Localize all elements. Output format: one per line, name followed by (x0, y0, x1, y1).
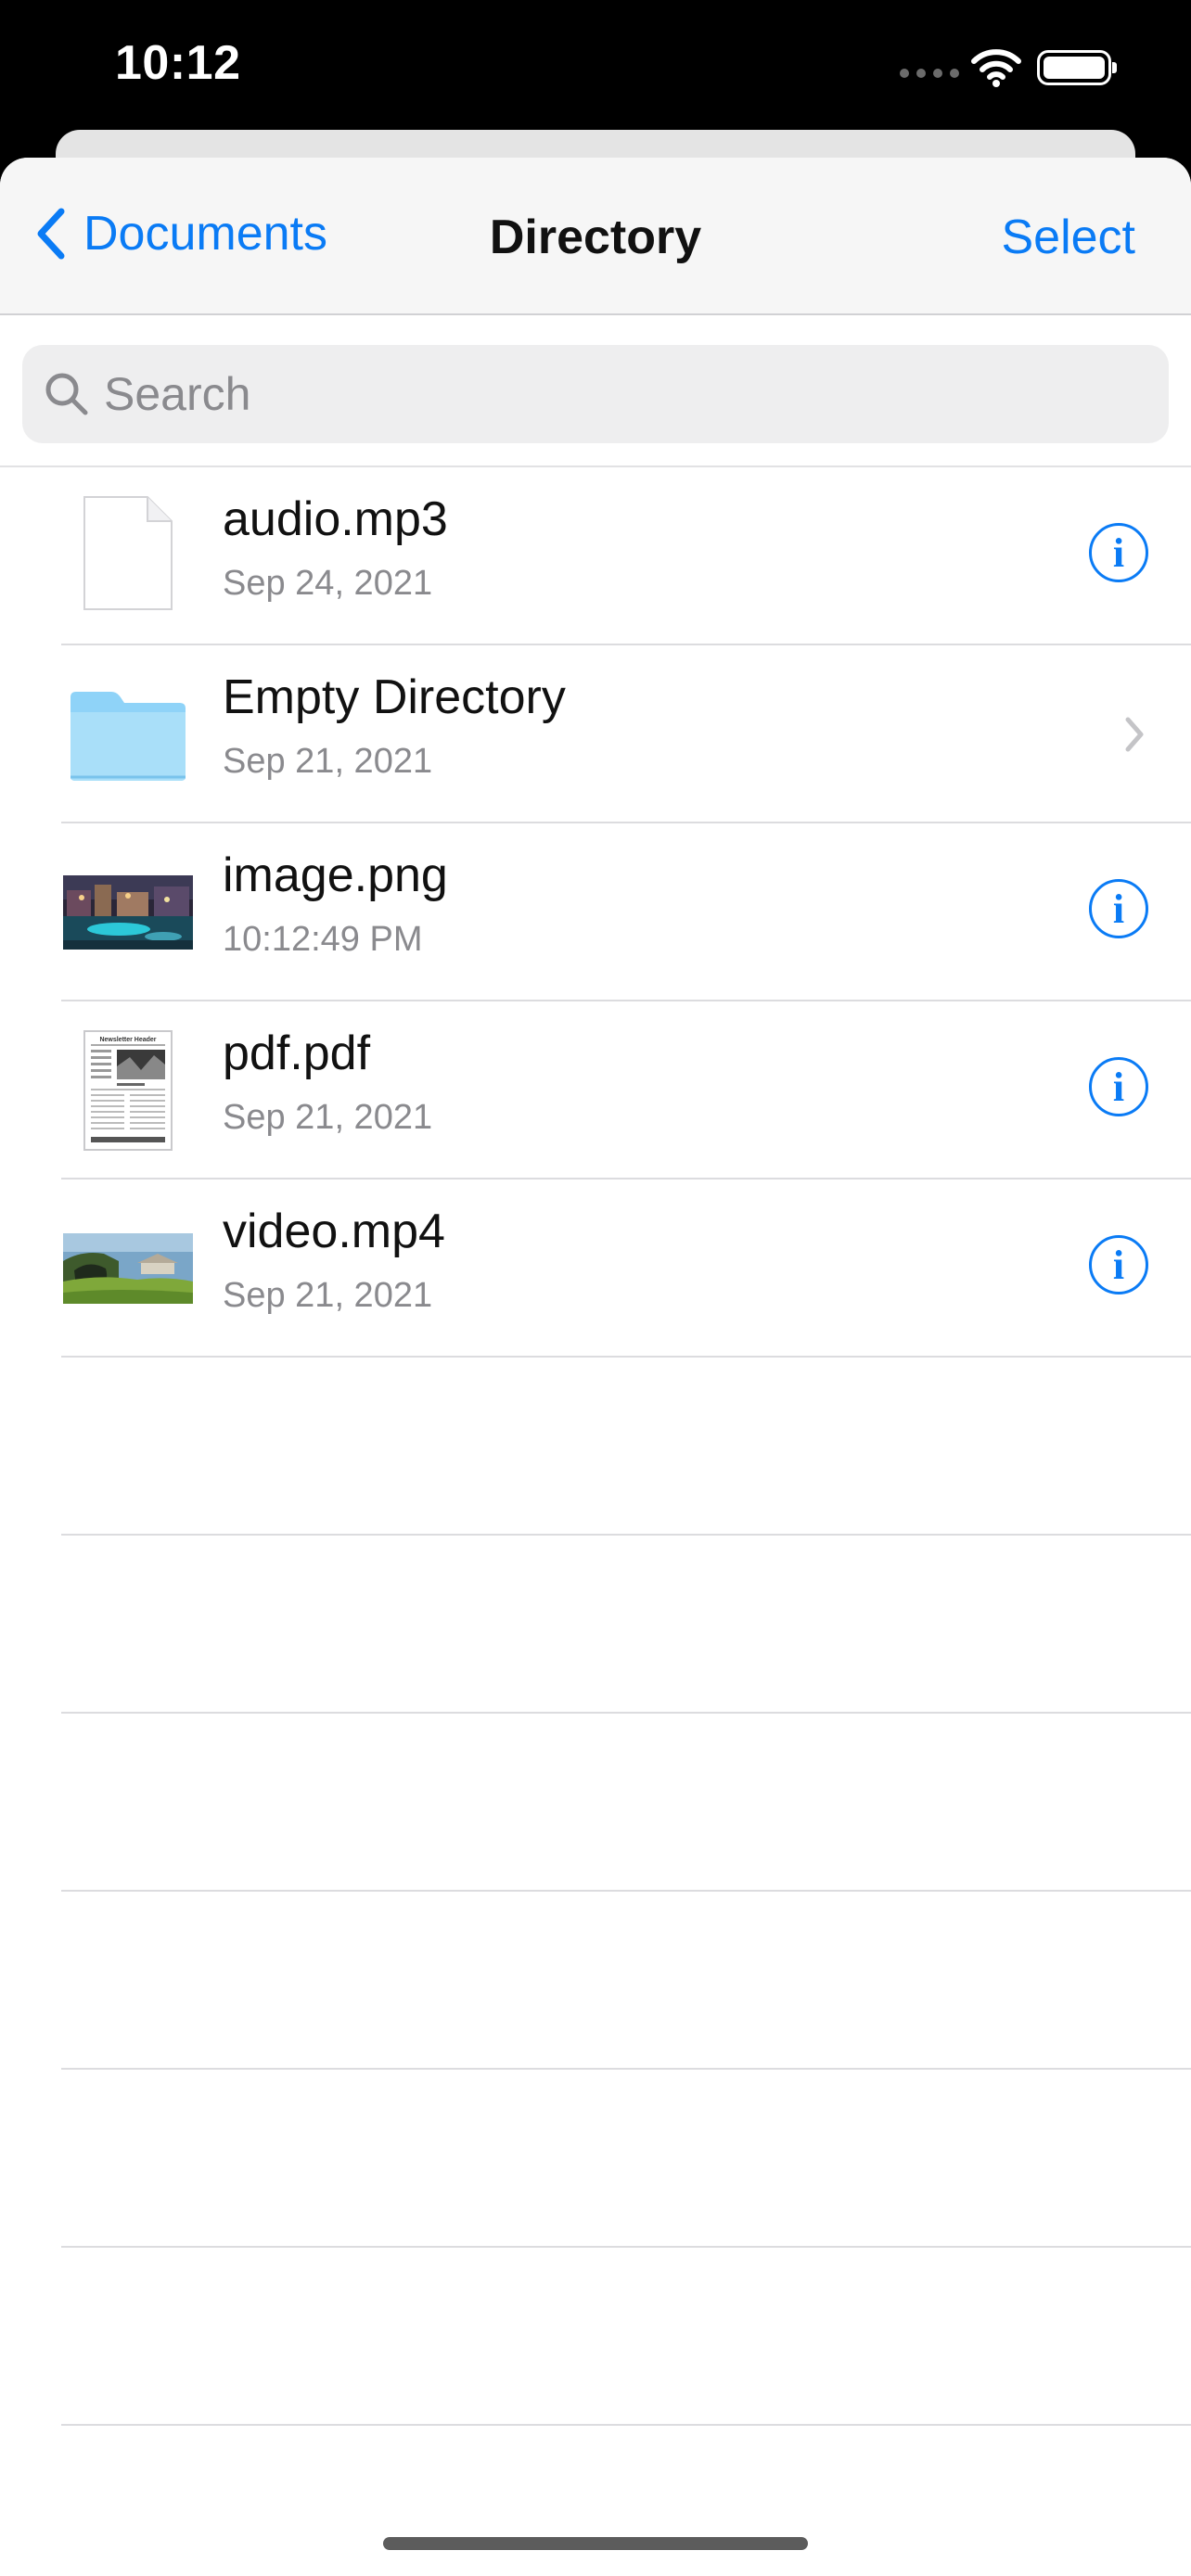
chevron-left-icon (37, 208, 65, 260)
row-divider (61, 2424, 1191, 2426)
search-bar (0, 315, 1191, 467)
navigation-bar: Documents Directory Select (0, 158, 1191, 315)
image-thumbnail (63, 875, 193, 950)
empty-row (0, 2070, 1191, 2248)
chevron-right-icon[interactable] (1121, 714, 1148, 755)
directory-sheet: Documents Directory Select audio.mp3 Sep… (0, 158, 1191, 2576)
file-name: video.mp4 (223, 1205, 445, 1258)
file-date: Sep 21, 2021 (223, 1276, 433, 1315)
select-button[interactable]: Select (1001, 210, 1135, 265)
empty-row (0, 1536, 1191, 1714)
file-name: image.png (223, 848, 448, 902)
wifi-icon (971, 49, 1021, 87)
file-date: Sep 24, 2021 (223, 564, 433, 603)
pdf-thumb-header: Newsletter Header (99, 1037, 156, 1043)
file-row-audio[interactable]: audio.mp3 Sep 24, 2021 i (0, 467, 1191, 645)
file-row-video[interactable]: video.mp4 Sep 21, 2021 i (0, 1180, 1191, 1358)
search-input[interactable] (104, 367, 1124, 421)
status-bar: 10:12 (0, 0, 1191, 139)
info-icon[interactable]: i (1089, 523, 1148, 582)
folder-icon (70, 692, 186, 781)
file-name: Empty Directory (223, 670, 566, 724)
file-row-pdf[interactable]: Newsletter Header pdf.pdf Sep 21, 2021 i (0, 1001, 1191, 1180)
empty-row (0, 1358, 1191, 1536)
file-row-image[interactable]: image.png 10:12:49 PM i (0, 823, 1191, 1001)
search-icon (45, 373, 88, 415)
back-button-label: Documents (83, 207, 327, 261)
info-icon[interactable]: i (1089, 1235, 1148, 1294)
home-indicator[interactable] (383, 2537, 808, 2550)
empty-row (0, 2248, 1191, 2426)
info-icon[interactable]: i (1089, 879, 1148, 938)
empty-row (0, 1892, 1191, 2070)
info-icon[interactable]: i (1089, 1057, 1148, 1116)
file-list: audio.mp3 Sep 24, 2021 i Empty Directory… (0, 467, 1191, 2426)
search-field[interactable] (22, 345, 1169, 443)
status-time: 10:12 (115, 36, 241, 90)
file-date: Sep 21, 2021 (223, 742, 433, 781)
file-date: Sep 21, 2021 (223, 1098, 433, 1137)
file-name: pdf.pdf (223, 1027, 371, 1080)
pdf-thumbnail: Newsletter Header (83, 1030, 173, 1151)
file-date: 10:12:49 PM (223, 920, 423, 959)
battery-icon (1037, 50, 1117, 85)
back-button[interactable]: Documents (32, 206, 327, 261)
file-row-empty-directory[interactable]: Empty Directory Sep 21, 2021 (0, 645, 1191, 823)
file-name: audio.mp3 (223, 492, 448, 546)
empty-row (0, 1714, 1191, 1892)
cellular-signal-icon (900, 69, 959, 78)
video-thumbnail (63, 1233, 193, 1304)
document-file-icon (83, 496, 173, 610)
